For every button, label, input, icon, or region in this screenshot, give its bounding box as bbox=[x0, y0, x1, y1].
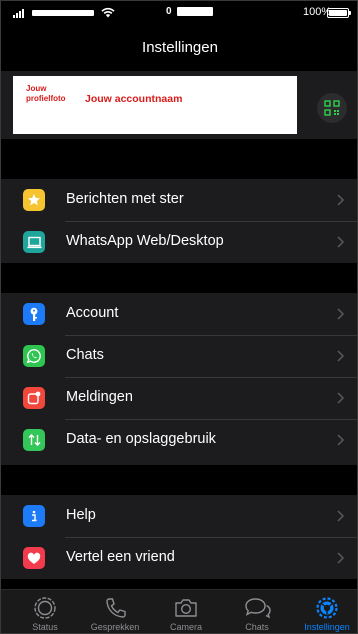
carrier-redacted bbox=[32, 10, 94, 16]
time-redacted bbox=[177, 7, 213, 16]
navigation-bar: Instellingen bbox=[1, 25, 357, 69]
chevron-right-icon bbox=[337, 434, 345, 446]
profile-placeholder-card: Jouw profielfoto Jouw accountnaam bbox=[13, 76, 297, 134]
section-spacer bbox=[1, 579, 357, 589]
tab-status[interactable]: Status bbox=[9, 596, 81, 633]
battery-icon bbox=[327, 8, 351, 18]
chevron-right-icon bbox=[337, 194, 345, 206]
account-name: Jouw accountnaam bbox=[85, 93, 183, 105]
section-spacer bbox=[1, 263, 357, 293]
row-help[interactable]: Help bbox=[1, 495, 357, 537]
row-label: WhatsApp Web/Desktop bbox=[66, 233, 224, 249]
settings-group-2: Account Chats Meldingen Data- en opslagg… bbox=[1, 293, 357, 465]
tab-calls[interactable]: Gesprekken bbox=[79, 596, 151, 633]
info-icon bbox=[23, 505, 45, 527]
chevron-right-icon bbox=[337, 350, 345, 362]
tab-settings[interactable]: Instellingen bbox=[291, 596, 357, 633]
notification-icon bbox=[23, 387, 45, 409]
tab-label: Camera bbox=[169, 622, 202, 632]
phone-icon bbox=[106, 598, 126, 618]
tab-label: Gesprekken bbox=[90, 622, 140, 632]
chevron-right-icon bbox=[337, 510, 345, 522]
tab-bar: Status Gesprekken Camera Chats Instellin… bbox=[1, 589, 357, 633]
row-data-storage[interactable]: Data- en opslaggebruik bbox=[1, 419, 357, 461]
tab-camera[interactable]: Camera bbox=[150, 596, 222, 633]
chevron-right-icon bbox=[337, 236, 345, 248]
row-label: Chats bbox=[66, 347, 104, 363]
section-spacer bbox=[1, 139, 357, 179]
row-notifications[interactable]: Meldingen bbox=[1, 377, 357, 419]
data-arrows-icon bbox=[23, 429, 45, 451]
settings-screen: 0 100% Instellingen Jouw profielfoto Jou… bbox=[0, 0, 358, 634]
whatsapp-icon bbox=[23, 345, 45, 367]
qr-code-button[interactable] bbox=[317, 93, 347, 123]
row-label: Vertel een vriend bbox=[66, 549, 175, 565]
tab-chats[interactable]: Chats bbox=[221, 596, 293, 633]
settings-group-1: Berichten met ster WhatsApp Web/Desktop bbox=[1, 179, 357, 263]
row-label: Berichten met ster bbox=[66, 191, 184, 207]
row-label: Help bbox=[66, 507, 96, 523]
chevron-right-icon bbox=[337, 392, 345, 404]
row-starred-messages[interactable]: Berichten met ster bbox=[1, 179, 357, 221]
settings-gear-icon bbox=[316, 597, 338, 619]
page-title: Instellingen bbox=[142, 38, 218, 56]
tab-label: Chats bbox=[245, 622, 269, 632]
row-label: Data- en opslaggebruik bbox=[66, 431, 216, 447]
status-time: 0 bbox=[166, 6, 173, 17]
row-whatsapp-web[interactable]: WhatsApp Web/Desktop bbox=[1, 221, 357, 263]
status-icon bbox=[34, 597, 56, 619]
row-tell-a-friend[interactable]: Vertel een vriend bbox=[1, 537, 357, 579]
chevron-right-icon bbox=[337, 308, 345, 320]
row-label: Meldingen bbox=[66, 389, 133, 405]
row-label: Account bbox=[66, 305, 119, 321]
tab-label: Status bbox=[32, 622, 58, 632]
qr-code-icon bbox=[324, 100, 340, 116]
row-chats[interactable]: Chats bbox=[1, 335, 357, 377]
profile-photo-placeholder[interactable]: Jouw profielfoto bbox=[26, 84, 72, 104]
signal-icon bbox=[13, 9, 24, 18]
heart-icon bbox=[23, 547, 45, 569]
chevron-right-icon bbox=[337, 552, 345, 564]
camera-icon bbox=[175, 599, 197, 617]
key-icon bbox=[23, 303, 45, 325]
status-bar: 0 100% bbox=[1, 1, 357, 23]
tab-label: Instellingen bbox=[304, 622, 350, 632]
wifi-icon bbox=[101, 7, 115, 18]
row-account[interactable]: Account bbox=[1, 293, 357, 335]
star-icon bbox=[23, 189, 45, 211]
settings-group-3: Help Vertel een vriend bbox=[1, 495, 357, 579]
section-spacer bbox=[1, 465, 357, 495]
profile-row[interactable]: Jouw profielfoto Jouw accountnaam bbox=[1, 71, 357, 139]
laptop-icon bbox=[23, 231, 45, 253]
chat-bubbles-icon bbox=[245, 598, 271, 619]
